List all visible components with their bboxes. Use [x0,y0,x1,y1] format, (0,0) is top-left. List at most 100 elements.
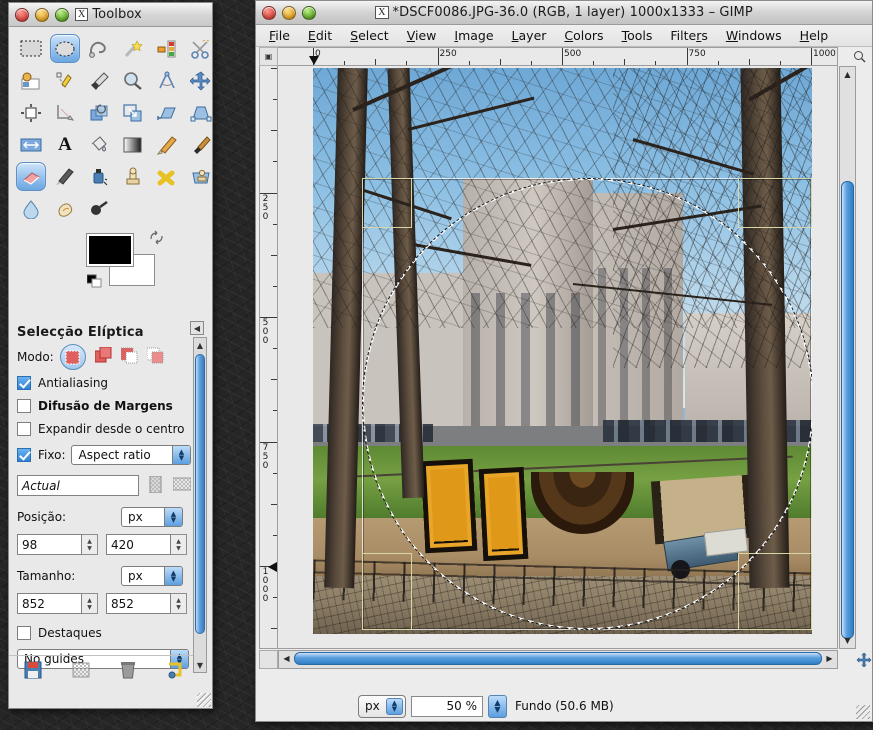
menu-select[interactable]: Select [341,26,398,45]
select-by-color-icon[interactable] [151,33,183,64]
ruler-origin-button[interactable]: ▣ [259,47,278,66]
minimize-icon[interactable] [35,7,49,22]
bucket-fill-icon[interactable] [83,129,115,160]
size-width-input[interactable]: 852 [17,593,82,614]
chevron-updown-icon[interactable]: ▲ ▼ [386,697,403,715]
scroll-up-icon[interactable]: ▲ [840,67,855,82]
restore-tool-preset-icon[interactable] [72,661,90,682]
zoom-level-input[interactable]: 50 % [411,695,483,717]
unit-select[interactable]: px ▲ ▼ [358,694,406,718]
image-canvas[interactable] [278,66,838,649]
perspective-clone-icon[interactable] [185,161,217,192]
highlight-checkbox[interactable] [17,626,31,640]
size-height-stepper[interactable]: ▲ ▼ [171,593,187,614]
antialiasing-row[interactable]: Antialiasing [9,373,199,393]
feather-edges-checkbox[interactable] [17,399,31,413]
ellipse-select-icon[interactable] [49,33,81,64]
resize-grip[interactable] [856,705,870,719]
flip-icon[interactable] [15,129,47,160]
swap-colors-icon[interactable] [149,230,165,246]
move-icon[interactable] [185,65,217,96]
antialiasing-checkbox[interactable] [17,376,31,390]
toolbox-window-controls[interactable] [15,7,69,22]
menu-colors[interactable]: Colors [555,26,612,45]
position-y-input[interactable]: 420 [106,534,171,555]
clone-icon[interactable] [117,161,149,192]
highlight-row[interactable]: Destaques [9,617,199,643]
rect-select-icon[interactable] [15,33,47,64]
feather-edges-row[interactable]: Difusão de Margens [9,393,199,416]
scroll-right-icon[interactable]: ▶ [822,651,837,666]
free-select-icon[interactable] [83,33,115,64]
fixed-aspect-select[interactable]: Aspect ratio ▲ ▼ [71,445,191,465]
paths-icon[interactable] [49,65,81,96]
zoom-stepper[interactable]: ▲ ▼ [488,694,507,718]
zoom-icon[interactable] [117,65,149,96]
menu-help[interactable]: Help [791,26,838,45]
measure-icon[interactable] [151,65,183,96]
menu-layer[interactable]: Layer [503,26,556,45]
chevron-updown-icon[interactable]: ▲ ▼ [164,508,182,526]
airbrush-icon[interactable] [49,161,81,192]
mode-subtract-button[interactable] [120,347,138,367]
crop-icon[interactable] [49,97,81,128]
tool-options-scrollbar[interactable]: ▲ ▼ [193,337,207,673]
size-unit-select[interactable]: px ▲ ▼ [121,566,183,586]
minimize-icon[interactable] [282,5,296,20]
scrollbar-thumb[interactable] [195,354,205,634]
alignment-icon[interactable] [15,97,47,128]
position-x-input[interactable]: 98 [17,534,82,555]
menu-edit[interactable]: Edit [299,26,341,45]
scroll-up-icon[interactable]: ▲ [194,338,206,352]
color-picker-icon[interactable] [83,65,115,96]
chevron-updown-icon[interactable]: ▲ ▼ [172,446,190,464]
scale-icon[interactable] [117,97,149,128]
maximize-icon[interactable] [302,5,316,20]
maximize-icon[interactable] [55,7,69,22]
heal-icon[interactable] [151,161,183,192]
tool-grid[interactable]: A [9,27,212,226]
landscape-orientation-button[interactable] [172,477,192,494]
expand-from-center-row[interactable]: Expandir desde o centro [9,416,199,439]
quick-mask-toggle[interactable] [259,650,278,669]
resize-grip[interactable] [197,693,211,707]
navigation-preview-icon[interactable] [856,650,872,669]
shear-icon[interactable] [151,97,183,128]
ink-icon[interactable] [83,161,115,192]
size-width-stepper[interactable]: ▲ ▼ [82,593,98,614]
vertical-scrollbar-thumb[interactable] [841,181,854,639]
close-icon[interactable] [15,7,29,22]
canvas-vertical-scrollbar[interactable]: ▲ ▼ [839,66,856,649]
reset-colors-icon[interactable] [86,272,105,290]
mode-replace-button[interactable] [59,344,86,370]
menu-filters[interactable]: Filters [661,26,716,45]
fuzzy-select-icon[interactable] [117,33,149,64]
reset-tool-options-icon[interactable] [166,661,184,682]
text-icon[interactable]: A [49,129,81,160]
smudge-icon[interactable] [49,193,81,224]
scroll-left-icon[interactable]: ◀ [279,651,294,666]
menu-image[interactable]: Image [445,26,502,45]
position-unit-select[interactable]: px ▲ ▼ [121,507,183,527]
menu-windows[interactable]: Windows [717,26,791,45]
chevron-updown-icon[interactable]: ▲ ▼ [164,567,182,585]
fixed-checkbox[interactable] [17,448,31,462]
aspect-ratio-input[interactable]: Actual [17,475,139,496]
delete-tool-preset-icon[interactable] [120,661,136,682]
fixed-row[interactable]: Fixo: Aspect ratio ▲ ▼ [9,439,199,468]
vertical-ruler[interactable]: 25050075010001250 [259,66,278,649]
position-y-stepper[interactable]: ▲ ▼ [171,534,187,555]
pencil-icon[interactable] [151,129,183,160]
mode-add-button[interactable] [94,346,112,367]
color-swatch-area[interactable] [9,230,212,292]
foreground-color-swatch[interactable] [86,233,134,267]
save-tool-preset-icon[interactable] [24,661,42,682]
image-window-controls[interactable] [262,5,316,20]
dodge-burn-icon[interactable] [83,193,115,224]
perspective-icon[interactable] [185,97,217,128]
expand-from-center-checkbox[interactable] [17,422,31,436]
horizontal-scrollbar-thumb[interactable] [294,652,822,665]
menu-view[interactable]: View [398,26,446,45]
scroll-down-icon[interactable]: ▼ [840,633,855,648]
rotate-icon[interactable] [83,97,115,128]
